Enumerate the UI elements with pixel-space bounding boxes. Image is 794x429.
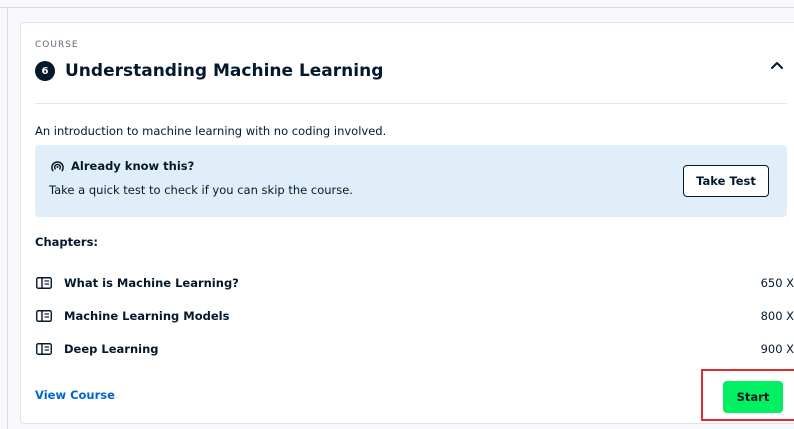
chapter-xp: 900 XP — [760, 341, 794, 356]
chapters-label: Chapters: — [35, 235, 99, 249]
course-eyebrow: COURSE — [35, 40, 79, 50]
course-card: COURSE 6 Understanding Machine Learning … — [20, 22, 794, 424]
chapter-title-link[interactable]: Deep Learning — [64, 342, 159, 356]
book-icon — [35, 309, 53, 323]
start-button[interactable]: Start — [723, 381, 783, 413]
chapter-row: Deep Learning 900 XP — [35, 332, 794, 365]
course-title: Understanding Machine Learning — [65, 61, 384, 81]
chapter-xp: 800 XP — [760, 308, 794, 323]
skip-test-description: Take a quick test to check if you can sk… — [49, 183, 353, 197]
chapter-title-link[interactable]: Machine Learning Models — [64, 309, 229, 323]
left-divider — [7, 7, 8, 429]
chapter-list: What is Machine Learning? 650 XP Machine… — [35, 266, 794, 365]
gauge-icon — [49, 158, 65, 174]
collapse-button[interactable] — [765, 53, 789, 77]
chapter-row: What is Machine Learning? 650 XP — [35, 266, 794, 299]
course-title-row: 6 Understanding Machine Learning — [35, 61, 383, 81]
view-course-link[interactable]: View Course — [35, 388, 115, 402]
course-description: An introduction to machine learning with… — [35, 124, 387, 138]
chapter-xp: 650 XP — [760, 275, 794, 290]
book-icon — [35, 276, 53, 290]
top-divider — [0, 7, 794, 8]
chapter-title-link[interactable]: What is Machine Learning? — [64, 276, 239, 290]
skip-test-header: Already know this? — [49, 158, 194, 174]
chapter-row: Machine Learning Models 800 XP — [35, 299, 794, 332]
book-icon — [35, 342, 53, 356]
course-number-badge: 6 — [35, 61, 55, 81]
skip-test-panel: Already know this? Take a quick test to … — [35, 145, 787, 217]
take-test-button[interactable]: Take Test — [683, 165, 769, 197]
chevron-up-icon — [771, 62, 783, 69]
skip-test-title: Already know this? — [71, 159, 195, 173]
title-divider — [35, 103, 787, 104]
